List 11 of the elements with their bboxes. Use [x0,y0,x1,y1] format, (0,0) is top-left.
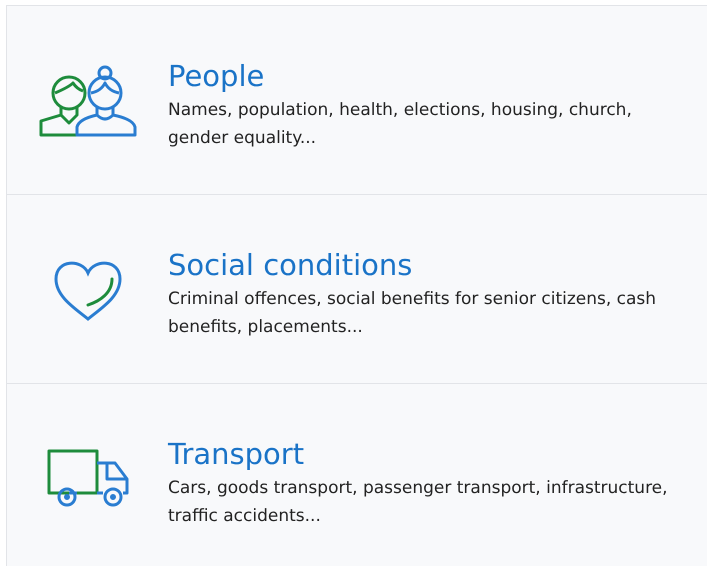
category-card[interactable]: Social conditions Criminal offences, social benefits for senior citizens, cash benefits, placements... [7,195,707,384]
truck-icon [46,449,128,509]
category-title: People [168,58,266,94]
category-description: Criminal offences, social benefits for senior citizens, cash benefits, placements... [168,288,658,339]
category-description: Cars, goods transport, passenger transport, infrastructure, traffic accidents... [168,477,669,528]
category-title: Social conditions [168,247,414,283]
category-title: Transport [168,436,306,472]
category-description: Names, population, health, elections, housing, church, gender equality... [168,99,633,150]
people-icon [38,65,136,137]
category-card[interactable]: People Names, population, health, elections, housing, church, gender equality... [7,6,707,195]
category-card[interactable]: Transport Cars, goods transport, passenger transport, infrastructure, traffic accidents... [7,384,707,566]
